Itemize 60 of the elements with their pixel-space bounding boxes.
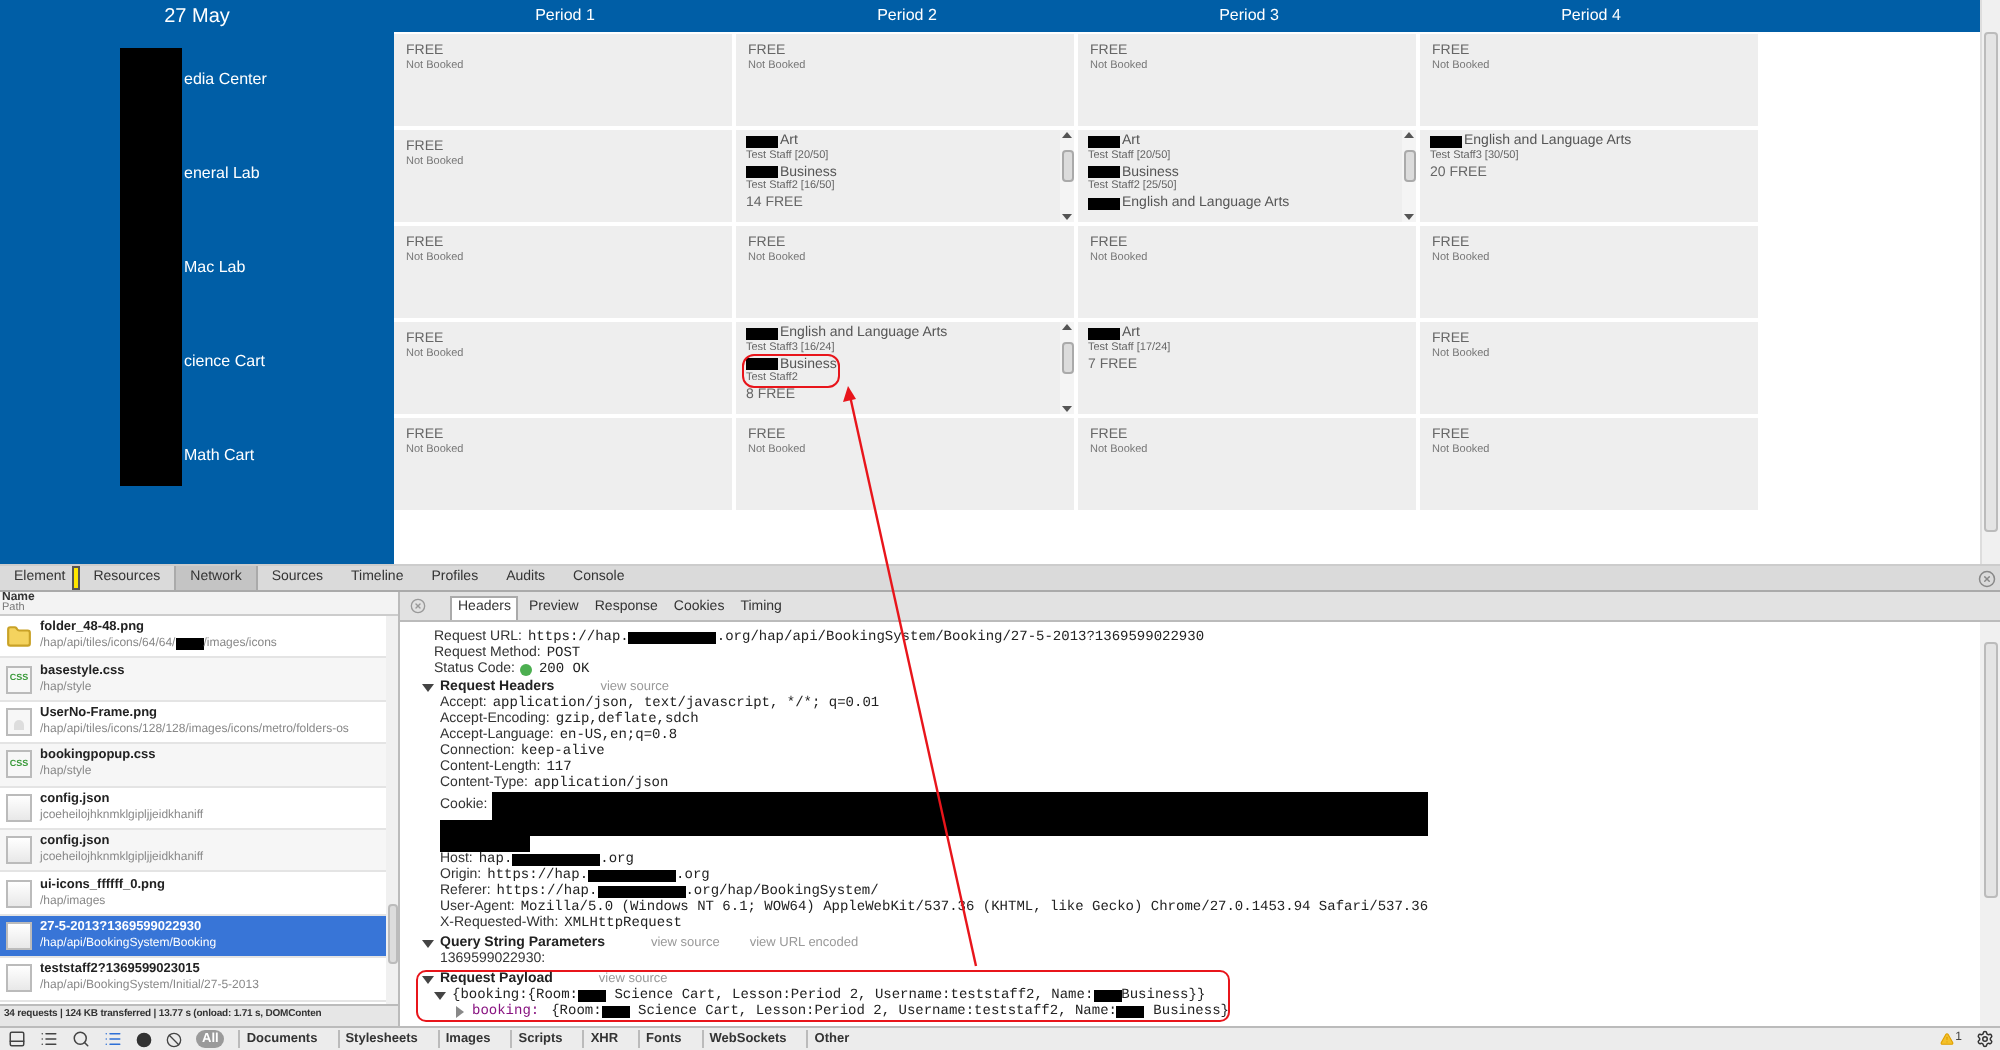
redaction-bar <box>746 166 778 179</box>
period-heading: Period 4 <box>1561 4 1621 28</box>
redaction-bar <box>746 135 778 148</box>
room-name: Mac Lab <box>182 258 246 276</box>
scroll-down-icon[interactable] <box>1062 406 1072 412</box>
splitter-handle[interactable] <box>71 566 80 590</box>
redaction-bar <box>746 358 778 371</box>
folder-icon <box>6 623 32 650</box>
image-file-icon <box>6 707 32 736</box>
expanded-caret-icon[interactable] <box>422 974 434 986</box>
settings-icon[interactable] <box>1976 1030 1994 1048</box>
search-icon[interactable] <box>72 1030 90 1048</box>
record-icon[interactable] <box>136 1031 152 1047</box>
redaction-bar <box>1116 1006 1145 1018</box>
period-heading: Period 3 <box>1219 4 1279 28</box>
redaction-bar <box>746 327 778 340</box>
status-ok-icon <box>520 664 533 676</box>
redaction-bar <box>601 1006 630 1018</box>
date-heading: 27 May <box>164 3 230 31</box>
expanded-caret-icon[interactable] <box>422 938 434 950</box>
scroll-up-icon[interactable] <box>1062 132 1072 138</box>
scroll-down-icon[interactable] <box>1404 214 1414 220</box>
close-icon[interactable] <box>1978 569 1996 587</box>
redaction-bar <box>597 886 686 898</box>
redaction-bar <box>175 638 204 651</box>
room-name: cience Cart <box>182 352 265 370</box>
detail-scrollbar[interactable] <box>1980 622 2000 1026</box>
period-heading: Period 1 <box>535 4 595 28</box>
scrollbar[interactable] <box>1402 130 1416 222</box>
file-icon <box>6 836 32 865</box>
dock-icon[interactable] <box>8 1030 26 1048</box>
redaction-bar <box>1088 166 1120 179</box>
redaction-bar <box>1430 135 1462 148</box>
room-name: eneral Lab <box>182 164 260 182</box>
expanded-caret-icon[interactable] <box>422 682 434 694</box>
collapsed-caret-icon[interactable] <box>454 1006 466 1018</box>
file-icon <box>6 964 32 993</box>
clear-icon[interactable] <box>166 1031 182 1047</box>
room-name: edia Center <box>182 70 267 88</box>
room-name: Math Cart <box>182 446 255 464</box>
page-scrollbar[interactable] <box>1980 0 2000 564</box>
file-icon <box>6 879 32 908</box>
scroll-up-icon[interactable] <box>1062 324 1072 330</box>
list-scrollbar[interactable] <box>386 616 398 1004</box>
scroll-up-icon[interactable] <box>1404 132 1414 138</box>
expanded-caret-icon[interactable] <box>434 990 446 1002</box>
redaction-bar <box>1088 135 1120 148</box>
file-icon <box>6 921 32 950</box>
period-heading: Period 2 <box>877 4 937 28</box>
redaction-bar <box>588 870 677 882</box>
redaction-bar <box>1093 990 1122 1002</box>
scrollbar[interactable] <box>1060 130 1074 222</box>
redaction-bar <box>1088 327 1120 340</box>
redaction-bar <box>628 632 717 644</box>
redaction-bar <box>578 990 607 1002</box>
redaction-bar <box>1088 197 1120 210</box>
scrollbar[interactable] <box>1060 322 1074 414</box>
file-icon <box>6 793 32 822</box>
list-view-icon[interactable] <box>104 1030 122 1048</box>
scroll-down-icon[interactable] <box>1062 214 1072 220</box>
